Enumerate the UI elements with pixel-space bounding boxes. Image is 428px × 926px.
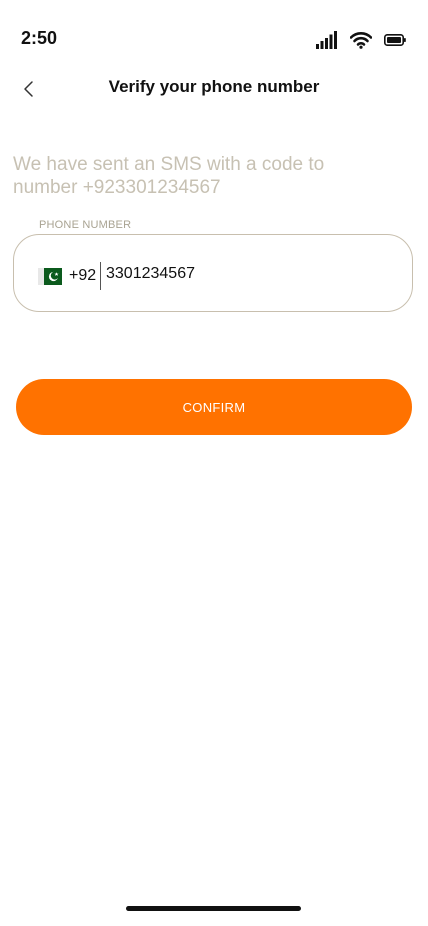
confirm-button[interactable]: CONFIRM xyxy=(16,379,412,435)
page-title: Verify your phone number xyxy=(108,77,320,96)
status-time: 2:50 xyxy=(21,28,58,48)
code-divider xyxy=(100,262,101,290)
pakistan-flag-icon[interactable] xyxy=(38,268,62,285)
signal-icon xyxy=(316,31,337,49)
wifi-icon xyxy=(350,32,372,49)
home-indicator xyxy=(126,906,301,911)
status-icons xyxy=(316,29,406,49)
sms-sent-message: We have sent an SMS with a code to numbe… xyxy=(13,154,325,198)
phone-number-label: PHONE NUMBER xyxy=(39,219,132,231)
battery-icon xyxy=(384,34,406,46)
header: Verify your phone number xyxy=(0,66,428,110)
country-code[interactable]: +92 xyxy=(69,267,96,285)
phone-number-input[interactable] xyxy=(106,265,386,283)
phone-number-field[interactable]: +92 xyxy=(13,234,413,312)
status-bar: 2:50 xyxy=(0,0,428,76)
